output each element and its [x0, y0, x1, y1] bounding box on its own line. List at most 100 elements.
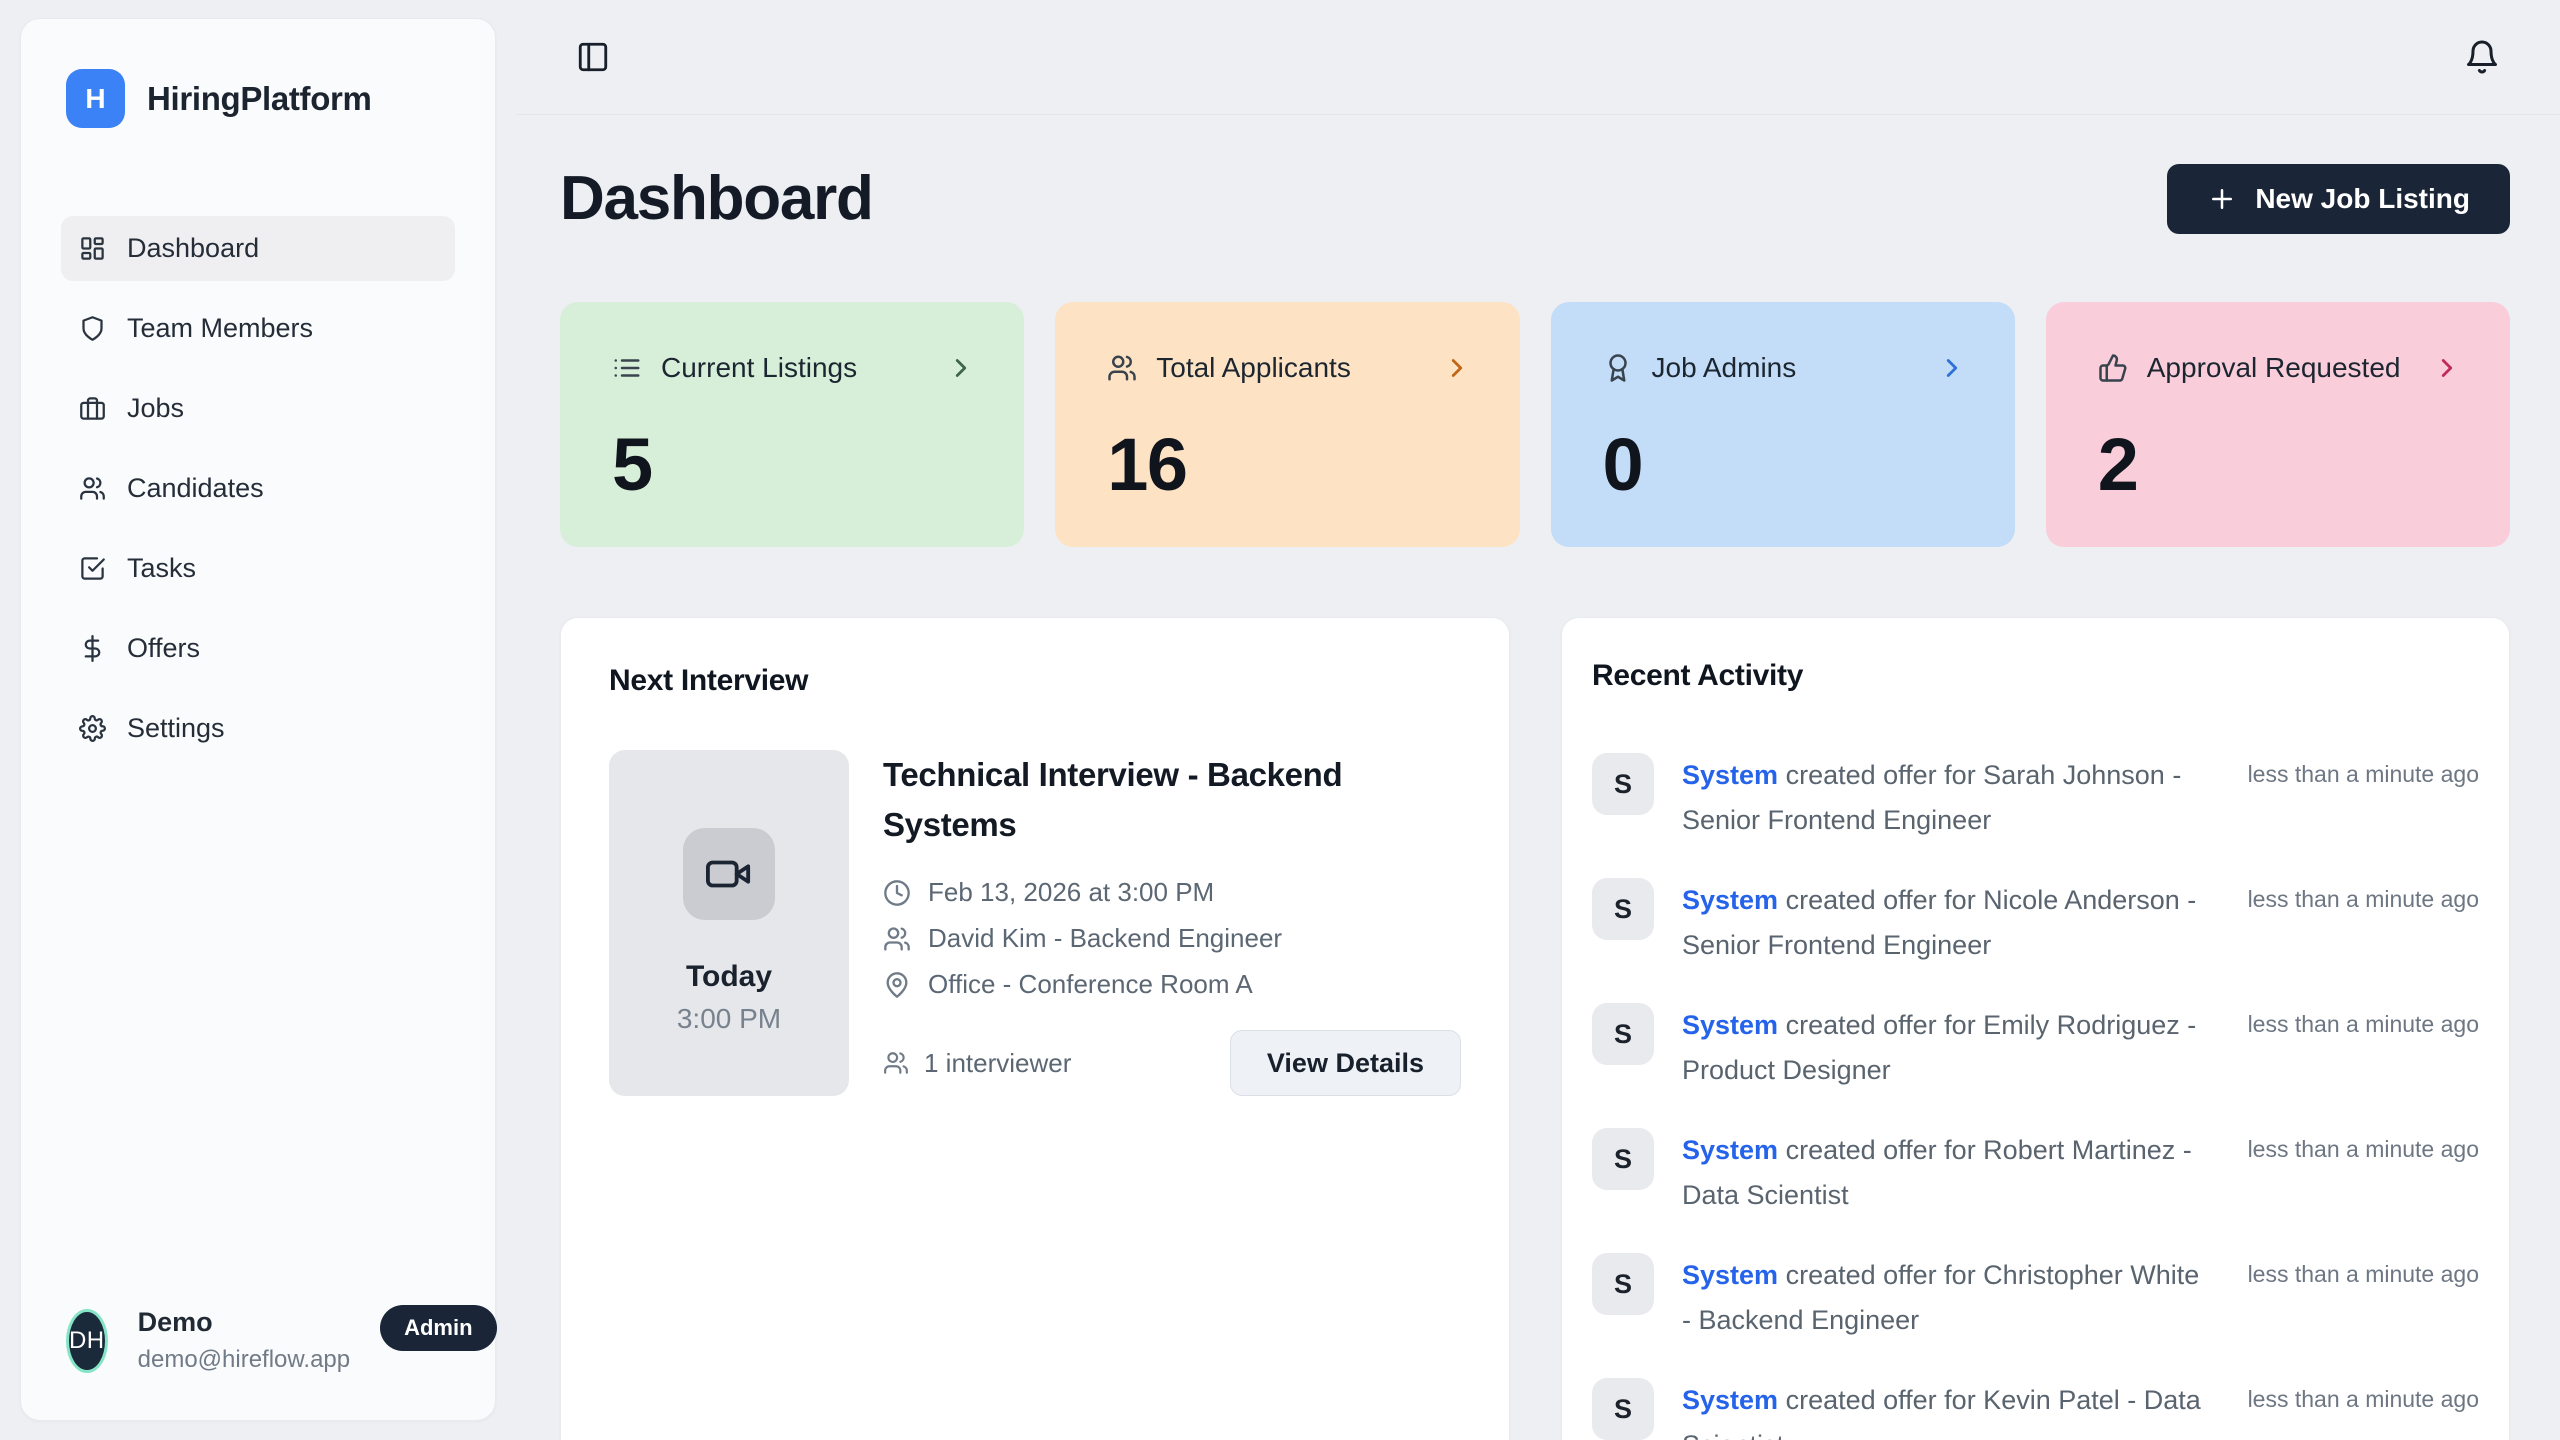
activity-avatar: S	[1592, 878, 1654, 940]
activity-avatar: S	[1592, 1128, 1654, 1190]
user-meta: Demo demo@hireflow.app	[138, 1307, 350, 1374]
stat-value: 0	[1603, 422, 1967, 507]
stat-card-current-listings[interactable]: Current Listings 5	[560, 302, 1024, 547]
sidebar-item-label: Team Members	[127, 313, 313, 344]
interview-time: 3:00 PM	[677, 1003, 781, 1035]
next-interview-panel: Next Interview Today 3:00 PM Technical I…	[560, 617, 1510, 1440]
interview-datetime: Feb 13, 2026 at 3:00 PM	[928, 877, 1214, 908]
activity-text: System created offer for Nicole Anderson…	[1682, 878, 2202, 968]
stat-card-total-applicants[interactable]: Total Applicants 16	[1055, 302, 1519, 547]
users-icon	[79, 475, 106, 502]
role-badge: Admin	[380, 1305, 496, 1351]
recent-activity-title: Recent Activity	[1592, 659, 2479, 693]
stat-value: 16	[1107, 422, 1471, 507]
stat-card-approval-requested[interactable]: Approval Requested 2	[2046, 302, 2510, 547]
interview-day: Today	[686, 960, 772, 994]
sidebar-item-offers[interactable]: Offers	[61, 616, 455, 681]
activity-text: System created offer for Kevin Patel - D…	[1682, 1378, 2202, 1440]
users-icon	[883, 1050, 909, 1076]
activity-timestamp: less than a minute ago	[2248, 753, 2479, 788]
sidebar-item-tasks[interactable]: Tasks	[61, 536, 455, 601]
chevron-right-icon	[1442, 353, 1472, 383]
users-icon	[883, 925, 911, 953]
new-job-listing-label: New Job Listing	[2255, 183, 2470, 215]
chevron-right-icon	[2432, 353, 2462, 383]
clock-icon	[883, 879, 911, 907]
sidebar-item-label: Candidates	[127, 473, 264, 504]
activity-avatar: S	[1592, 753, 1654, 815]
activity-row: S System created offer for Sarah Johnson…	[1592, 753, 2479, 843]
brand-logo: H	[66, 69, 125, 128]
briefcase-icon	[79, 395, 106, 422]
interview-location: Office - Conference Room A	[928, 969, 1253, 1000]
sidebar-item-label: Offers	[127, 633, 200, 664]
chevron-right-icon	[1937, 353, 1967, 383]
panel-left-icon[interactable]	[576, 40, 610, 74]
gear-icon	[79, 715, 106, 742]
activity-text: System created offer for Robert Martinez…	[1682, 1128, 2202, 1218]
activity-text: System created offer for Sarah Johnson -…	[1682, 753, 2202, 843]
activity-actor-link[interactable]: System	[1682, 885, 1778, 915]
activity-actor-link[interactable]: System	[1682, 1385, 1778, 1415]
activity-list: S System created offer for Sarah Johnson…	[1592, 753, 2479, 1440]
topbar	[516, 0, 2560, 115]
activity-text: System created offer for Emily Rodriguez…	[1682, 1003, 2202, 1093]
activity-actor-link[interactable]: System	[1682, 1135, 1778, 1165]
new-job-listing-button[interactable]: New Job Listing	[2167, 164, 2510, 234]
stat-value: 5	[612, 422, 976, 507]
activity-row: S System created offer for Christopher W…	[1592, 1253, 2479, 1343]
activity-row: S System created offer for Robert Martin…	[1592, 1128, 2479, 1218]
avatar-initials: DH	[69, 1327, 105, 1355]
map-pin-icon	[883, 971, 911, 999]
activity-actor-link[interactable]: System	[1682, 1010, 1778, 1040]
activity-row: S System created offer for Emily Rodrigu…	[1592, 1003, 2479, 1093]
next-interview-title: Next Interview	[609, 664, 1461, 698]
sidebar-nav: Dashboard Team Members Jobs Candidates T…	[21, 216, 495, 776]
sidebar-item-settings[interactable]: Settings	[61, 696, 455, 761]
user-email: demo@hireflow.app	[138, 1346, 350, 1374]
view-details-button[interactable]: View Details	[1230, 1030, 1461, 1096]
award-icon	[1603, 353, 1633, 383]
interview-candidate-row: David Kim - Backend Engineer	[883, 923, 1461, 954]
stat-label: Approval Requested	[2147, 352, 2401, 384]
activity-timestamp: less than a minute ago	[2248, 1378, 2479, 1413]
activity-timestamp: less than a minute ago	[2248, 1128, 2479, 1163]
user-box[interactable]: DH Demo demo@hireflow.app Admin	[21, 1307, 495, 1420]
bell-icon[interactable]	[2464, 39, 2500, 75]
interview-location-row: Office - Conference Room A	[883, 969, 1461, 1000]
sidebar-item-label: Tasks	[127, 553, 196, 584]
sidebar-item-candidates[interactable]: Candidates	[61, 456, 455, 521]
recent-activity-panel: Recent Activity S System created offer f…	[1561, 617, 2510, 1440]
activity-timestamp: less than a minute ago	[2248, 1003, 2479, 1038]
sidebar-item-dashboard[interactable]: Dashboard	[61, 216, 455, 281]
thumbs-up-icon	[2098, 353, 2128, 383]
shield-icon	[79, 315, 106, 342]
activity-row: S System created offer for Kevin Patel -…	[1592, 1378, 2479, 1440]
video-camera-icon	[706, 851, 752, 897]
activity-actor-link[interactable]: System	[1682, 760, 1778, 790]
brand: H HiringPlatform	[21, 19, 495, 128]
activity-text: System created offer for Christopher Whi…	[1682, 1253, 2202, 1343]
sidebar-item-team-members[interactable]: Team Members	[61, 296, 455, 361]
stat-value: 2	[2098, 422, 2462, 507]
video-icon-box	[683, 828, 775, 920]
sidebar-item-label: Jobs	[127, 393, 184, 424]
brand-name: HiringPlatform	[147, 80, 372, 118]
content: Dashboard New Job Listing Current Listin…	[516, 163, 2560, 1440]
activity-timestamp: less than a minute ago	[2248, 1253, 2479, 1288]
interviewer-count: 1 interviewer	[883, 1048, 1071, 1079]
plus-icon	[2207, 184, 2237, 214]
dashboard-grid-icon	[79, 235, 106, 262]
sidebar: H HiringPlatform Dashboard Team Members …	[20, 18, 496, 1421]
page-title: Dashboard	[560, 163, 873, 234]
activity-actor-link[interactable]: System	[1682, 1260, 1778, 1290]
interviewer-count-label: 1 interviewer	[924, 1048, 1071, 1079]
interview-date-tile: Today 3:00 PM	[609, 750, 849, 1096]
dollar-icon	[79, 635, 106, 662]
activity-avatar: S	[1592, 1003, 1654, 1065]
interview-info: Technical Interview - Backend Systems Fe…	[883, 750, 1461, 1096]
sidebar-item-jobs[interactable]: Jobs	[61, 376, 455, 441]
stat-label: Current Listings	[661, 352, 857, 384]
stat-card-job-admins[interactable]: Job Admins 0	[1551, 302, 2015, 547]
check-square-icon	[79, 555, 106, 582]
